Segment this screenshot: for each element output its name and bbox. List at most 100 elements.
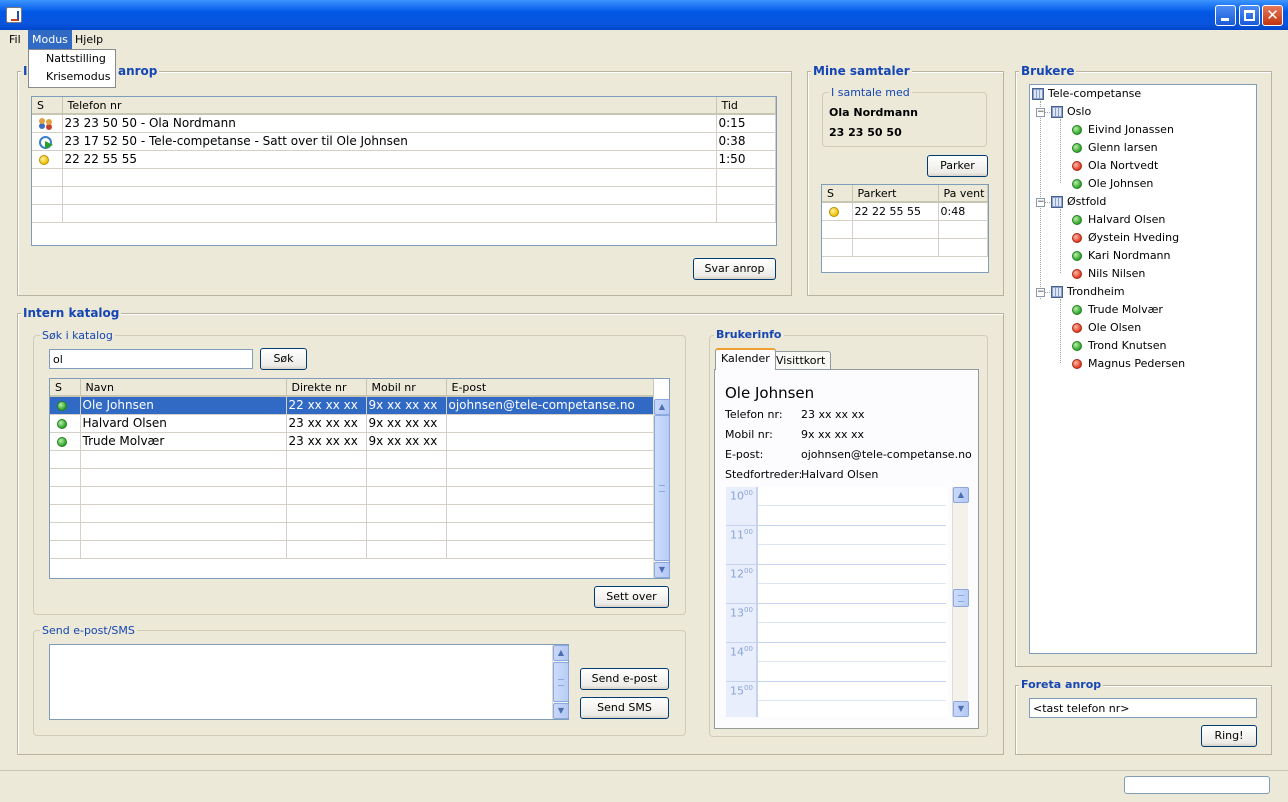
maximize-button[interactable] — [1239, 5, 1260, 26]
table-row — [50, 540, 654, 559]
calendar-hour: 1300 — [726, 604, 756, 643]
menu-bar: Fil Modus Hjelp — [0, 30, 1288, 49]
scroll-thumb[interactable] — [553, 662, 569, 702]
tree-node-label: Oslo — [1067, 105, 1092, 118]
phone-number-input[interactable] — [1029, 698, 1257, 718]
tree-node-label: Trondheim — [1067, 285, 1125, 298]
user-full-name: Ole Johnsen — [725, 384, 815, 402]
table-row[interactable]: 22 22 55 55 0:48 — [822, 202, 988, 221]
column-header-wait[interactable]: Pa vent — [938, 185, 988, 203]
busy-status-icon — [1072, 233, 1082, 243]
tree-user[interactable]: Magnus Pedersen — [1072, 355, 1185, 373]
column-header-time[interactable]: Tid — [716, 97, 776, 115]
close-button[interactable]: ✕ — [1262, 5, 1283, 26]
busy-status-icon — [1072, 269, 1082, 279]
send-sms-button[interactable]: Send SMS — [580, 697, 669, 719]
menu-item-nattstilling[interactable]: Nattstilling — [29, 50, 115, 68]
user-name: Kari Nordmann — [1088, 249, 1171, 262]
calendar-view[interactable]: 1000 1100 1200 1300 1400 1500 — [726, 487, 948, 717]
table-row[interactable]: Trude Molvær 23 xx xx xx 9x xx xx xx — [50, 432, 654, 451]
collapse-icon[interactable]: − — [1036, 288, 1045, 297]
column-header-direct[interactable]: Direkte nr — [286, 379, 367, 397]
collapse-icon[interactable]: − — [1036, 198, 1045, 207]
column-header-mobile[interactable]: Mobil nr — [366, 379, 447, 397]
tree-user[interactable]: Kari Nordmann — [1072, 247, 1171, 265]
maximize-icon — [1244, 10, 1255, 21]
tree-user[interactable]: Glenn larsen — [1072, 139, 1158, 157]
tree-user[interactable]: Trond Knutsen — [1072, 337, 1167, 355]
menu-hjelp[interactable]: Hjelp — [71, 30, 107, 49]
info-mobile: 9x xx xx xx — [801, 428, 865, 441]
scroll-down-icon[interactable]: ▼ — [654, 562, 670, 578]
tree-user[interactable]: Eivind Jonassen — [1072, 121, 1174, 139]
modus-dropdown: Nattstilling Krisemodus — [28, 49, 116, 88]
in-call-label: I samtale med — [829, 86, 912, 99]
column-header-status[interactable]: S — [32, 97, 63, 115]
user-name: Ole Johnsen — [1088, 177, 1154, 190]
contact-name: Trude Molvær — [80, 432, 287, 451]
online-status-icon — [1072, 305, 1082, 315]
send-email-button[interactable]: Send e-post — [580, 668, 669, 690]
tree-user[interactable]: Trude Molvær — [1072, 301, 1163, 319]
scroll-up-icon[interactable]: ▲ — [553, 645, 569, 661]
table-row[interactable]: Ole Johnsen 22 xx xx xx 9x xx xx xx ojoh… — [50, 396, 654, 415]
call-button[interactable]: Ring! — [1201, 725, 1257, 747]
scroll-thumb[interactable] — [654, 415, 670, 561]
parked-calls-table: S Parkert Pa vent 22 22 55 55 0:48 — [821, 184, 989, 273]
table-row[interactable]: Halvard Olsen 23 xx xx xx 9x xx xx xx — [50, 414, 654, 433]
tree-node-oslo[interactable]: Oslo — [1051, 103, 1091, 121]
call-time: 0:15 — [716, 114, 776, 133]
info-label: Telefon nr: — [725, 408, 783, 421]
table-row[interactable]: 22 22 55 55 1:50 — [32, 150, 776, 169]
menu-modus[interactable]: Modus — [28, 30, 72, 49]
tree-user[interactable]: Ole Johnsen — [1072, 175, 1153, 193]
user-name: Glenn larsen — [1088, 141, 1158, 154]
column-header-email[interactable]: E-post — [446, 379, 654, 397]
catalog-scrollbar[interactable]: ▲ ▼ — [653, 399, 670, 578]
message-textarea[interactable] — [49, 644, 569, 720]
tree-node-ostfold[interactable]: Østfold — [1051, 193, 1106, 211]
tree-node-label: Tele-competanse — [1048, 87, 1142, 100]
transfer-button[interactable]: Sett over — [594, 586, 669, 608]
online-status-icon — [57, 436, 67, 447]
table-row — [32, 186, 776, 205]
tab-visittkort[interactable]: Visittkort — [770, 351, 832, 371]
column-header-status[interactable]: S — [822, 185, 853, 203]
collapse-icon[interactable]: − — [1036, 108, 1045, 117]
calendar-scrollbar[interactable]: ▲ ▼ — [952, 487, 969, 717]
tree-user[interactable]: Nils Nilsen — [1072, 265, 1145, 283]
calendar-hour: 1100 — [726, 526, 756, 565]
scroll-down-icon[interactable]: ▼ — [953, 701, 969, 717]
busy-status-icon — [1072, 359, 1082, 369]
call-time: 0:38 — [716, 132, 776, 151]
column-header-status[interactable]: S — [50, 379, 81, 397]
column-header-phone[interactable]: Telefon nr — [62, 97, 717, 115]
search-button[interactable]: Søk — [260, 348, 307, 370]
minimize-button[interactable] — [1215, 5, 1236, 26]
contact-mobile: 9x xx xx xx — [366, 396, 447, 415]
search-group-label: Søk i katalog — [40, 329, 115, 342]
catalog-table: S Navn Direkte nr Mobil nr E-post Ole Jo… — [49, 378, 670, 579]
answer-call-button[interactable]: Svar anrop — [693, 258, 776, 280]
scroll-up-icon[interactable]: ▲ — [953, 487, 969, 503]
menu-item-krisemodus[interactable]: Krisemodus — [29, 68, 115, 86]
tree-node-root[interactable]: Tele-competanse — [1032, 85, 1141, 103]
menu-fil[interactable]: Fil — [5, 30, 25, 49]
table-row[interactable]: 23 23 50 50 - Ola Nordmann 0:15 — [32, 114, 776, 133]
column-header-name[interactable]: Navn — [80, 379, 287, 397]
table-row[interactable]: 23 17 52 50 - Tele-competanse - Satt ove… — [32, 132, 776, 151]
catalog-search-input[interactable] — [49, 349, 253, 369]
scroll-down-icon[interactable]: ▼ — [553, 703, 569, 719]
tab-kalender[interactable]: Kalender — [715, 348, 776, 370]
tree-node-trondheim[interactable]: Trondheim — [1051, 283, 1125, 301]
tree-user[interactable]: Øystein Hveding — [1072, 229, 1179, 247]
message-scrollbar[interactable]: ▲ ▼ — [552, 645, 569, 719]
parked-wait: 0:48 — [938, 202, 988, 221]
tree-user[interactable]: Ola Nortvedt — [1072, 157, 1158, 175]
tree-user[interactable]: Halvard Olsen — [1072, 211, 1165, 229]
column-header-parked[interactable]: Parkert — [852, 185, 939, 203]
tree-user[interactable]: Ole Olsen — [1072, 319, 1141, 337]
scroll-thumb[interactable] — [953, 589, 969, 607]
park-button[interactable]: Parker — [927, 155, 988, 177]
scroll-up-icon[interactable]: ▲ — [654, 399, 670, 415]
